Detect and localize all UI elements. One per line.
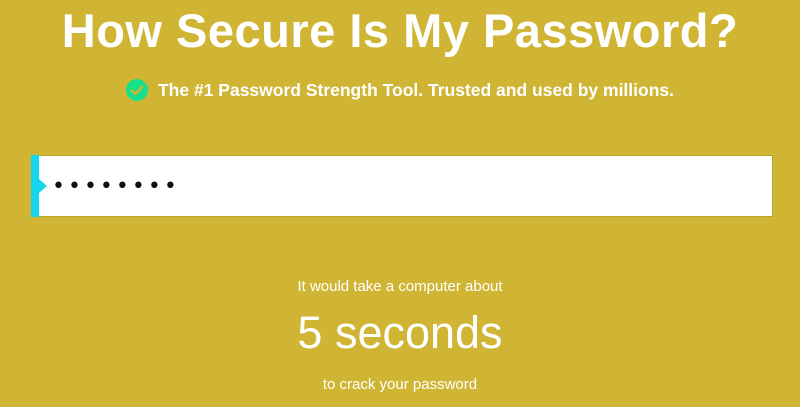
input-focus-arrow-icon <box>39 179 47 193</box>
password-field <box>31 155 773 217</box>
tagline: The #1 Password Strength Tool. Trusted a… <box>0 78 800 102</box>
check-circle-icon <box>125 79 148 101</box>
crack-time-value: 5 seconds <box>297 307 503 358</box>
tagline-text: The #1 Password Strength Tool. Trusted a… <box>157 80 674 100</box>
page-title: How Secure Is My Password? <box>61 4 739 57</box>
password-input[interactable] <box>52 164 752 208</box>
crack-time-suffix: to crack your password <box>322 376 478 393</box>
crack-time-prefix: It would take a computer about <box>297 278 503 295</box>
input-focus-marker <box>31 155 39 217</box>
